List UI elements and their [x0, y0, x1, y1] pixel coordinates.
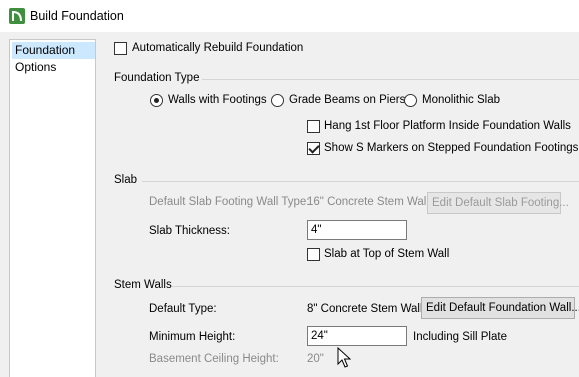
auto-rebuild-label: Automatically Rebuild Foundation [132, 42, 304, 54]
default-type-label: Default Type: [149, 303, 217, 315]
hang-platform-checkbox[interactable] [307, 120, 320, 133]
monolithic-slab-label: Monolithic Slab [422, 94, 500, 106]
slab-divider [142, 181, 579, 182]
edit-slab-footing-button[interactable]: Edit Default Slab Footing... [427, 192, 569, 214]
auto-rebuild-checkbox[interactable] [114, 42, 127, 55]
show-markers-label: Show S Markers on Stepped Foundation Foo… [324, 142, 579, 154]
window-title: Build Foundation [30, 9, 124, 23]
mouse-pointer-icon [337, 347, 351, 368]
slab-thickness-label: Slab Thickness: [149, 225, 230, 237]
stem-walls-heading: Stem Walls [114, 279, 172, 291]
sidebar: Foundation Options [9, 39, 96, 377]
slab-top-stem-checkbox[interactable] [307, 248, 320, 261]
app-logo-icon [9, 8, 25, 24]
default-footing-value: 16" Concrete Stem Wall [307, 196, 429, 208]
walls-with-footings-label: Walls with Footings [168, 94, 267, 106]
basement-ceiling-label: Basement Ceiling Height: [149, 353, 279, 365]
slab-top-stem-label: Slab at Top of Stem Wall [324, 248, 450, 260]
grade-beams-label: Grade Beams on Piers [289, 94, 406, 106]
walls-with-footings-radio[interactable] [150, 94, 163, 107]
sidebar-item-label: Options [15, 60, 57, 74]
hang-platform-label: Hang 1st Floor Platform Inside Foundatio… [324, 120, 571, 132]
minimum-height-input[interactable]: 24" [307, 326, 407, 346]
sidebar-item-foundation[interactable]: Foundation [12, 42, 95, 59]
show-markers-checkbox[interactable] [307, 142, 320, 155]
title-bar: Build Foundation [0, 0, 579, 32]
stem-walls-divider [172, 286, 579, 287]
basement-ceiling-value: 20" [307, 353, 324, 365]
sidebar-item-options[interactable]: Options [12, 59, 95, 76]
slab-thickness-input[interactable]: 4" [307, 220, 407, 240]
foundation-type-heading: Foundation Type [114, 72, 200, 84]
default-footing-label: Default Slab Footing Wall Type: [149, 196, 310, 208]
foundation-type-divider [202, 79, 579, 80]
sidebar-item-label: Foundation [15, 43, 76, 57]
grade-beams-radio[interactable] [271, 94, 284, 107]
slab-heading: Slab [114, 174, 138, 186]
monolithic-slab-radio[interactable] [404, 94, 417, 107]
minimum-height-label: Minimum Height: [149, 331, 236, 343]
default-type-value: 8" Concrete Stem Wall [307, 303, 423, 315]
minimum-height-suffix: Including Sill Plate [413, 331, 507, 343]
edit-foundation-wall-button[interactable]: Edit Default Foundation Wall... [421, 297, 579, 319]
